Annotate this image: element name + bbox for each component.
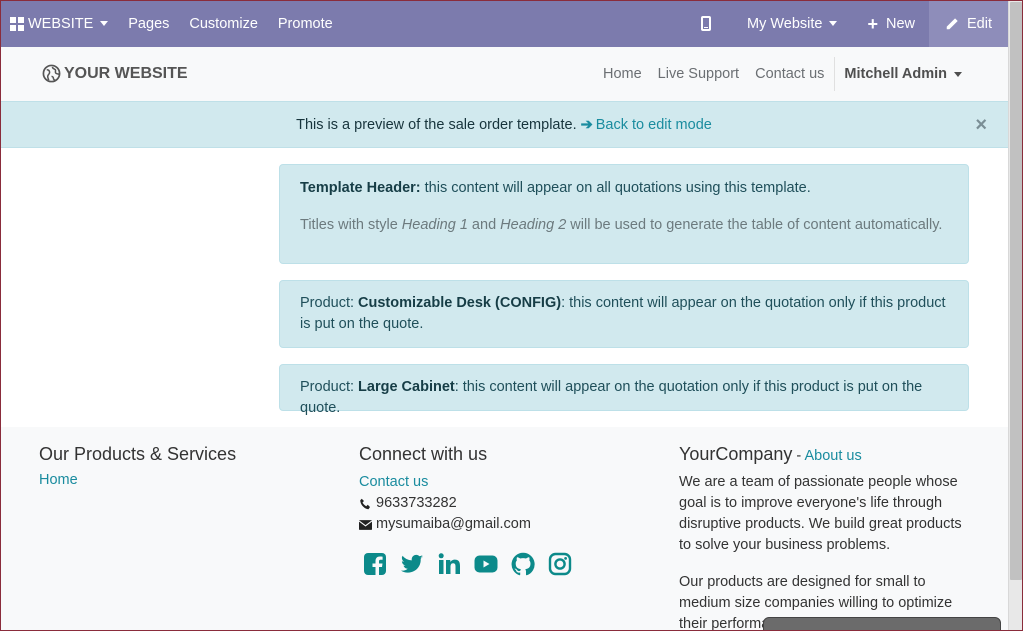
chevron-down-icon bbox=[100, 21, 109, 26]
toc-hint-h2: Heading 2 bbox=[500, 217, 567, 233]
product-card-desk: Product: Customizable Desk (CONFIG): thi… bbox=[279, 280, 969, 348]
about-us-link[interactable]: About us bbox=[805, 448, 862, 464]
plus-icon: + bbox=[867, 13, 878, 34]
user-name: Mitchell Admin bbox=[844, 66, 947, 82]
facebook-icon[interactable] bbox=[363, 552, 387, 576]
phone-icon bbox=[360, 498, 370, 509]
new-button[interactable]: + New bbox=[847, 0, 929, 47]
mobile-preview-button[interactable] bbox=[683, 0, 737, 47]
footer-email-address: mysumaiba@gmail.com bbox=[376, 516, 531, 532]
preview-alert: This is a preview of the sale order temp… bbox=[0, 101, 1008, 148]
product-card-cabinet: Product: Large Cabinet: this content wil… bbox=[279, 364, 969, 416]
arrow-right-icon: ➔ bbox=[580, 116, 593, 133]
mobile-icon bbox=[700, 16, 711, 31]
footer-about-title: YourCompany - About us bbox=[679, 444, 969, 465]
footer-products-title: Our Products & Services bbox=[39, 444, 237, 464]
website-admin-bar: WEBSITE Pages Customize Promote My Websi… bbox=[0, 0, 1008, 47]
back-to-edit-label: Back to edit mode bbox=[595, 116, 712, 133]
back-to-edit-link[interactable]: ➔ Back to edit mode bbox=[581, 117, 712, 133]
product-prefix: Product: bbox=[300, 295, 359, 311]
footer-email: mysumaiba@gmail.com bbox=[359, 514, 585, 535]
my-website-label: My Website bbox=[746, 15, 823, 32]
envelope-icon bbox=[359, 519, 372, 530]
edit-button-label: Edit bbox=[967, 15, 992, 32]
product-prefix: Product: bbox=[300, 379, 359, 395]
chevron-down-icon bbox=[829, 21, 838, 26]
title-separator: - bbox=[792, 448, 805, 464]
close-alert-button[interactable]: × bbox=[975, 114, 987, 137]
social-links bbox=[363, 552, 585, 576]
toc-hint-post: will be used to generate the table of co… bbox=[566, 217, 943, 233]
logo-text: YOUR WEBSITE bbox=[64, 64, 188, 82]
toc-hint: Titles with style Heading 1 and Heading … bbox=[300, 215, 948, 236]
footer-contact-link[interactable]: Contact us bbox=[359, 472, 585, 493]
preview-message: This is a preview of the sale order temp… bbox=[296, 116, 577, 133]
footer-phone-number: 9633733282 bbox=[376, 495, 457, 511]
pages-menu[interactable]: Pages bbox=[118, 0, 179, 47]
template-header-text: Template Header: this content will appea… bbox=[300, 178, 948, 199]
toc-hint-mid: and bbox=[467, 217, 501, 233]
footer-connect-title: Connect with us bbox=[359, 444, 488, 464]
globe-icon bbox=[42, 64, 61, 83]
vertical-scrollbar-thumb[interactable] bbox=[1010, 2, 1022, 580]
site-header: YOUR WEBSITE Home Live Support Contact u… bbox=[0, 47, 1008, 101]
promote-menu[interactable]: Promote bbox=[268, 0, 343, 47]
template-header-desc: this content will appear on all quotatio… bbox=[420, 180, 811, 196]
footer-about-column: YourCompany - About us We are a team of … bbox=[679, 444, 969, 631]
instagram-icon[interactable] bbox=[548, 552, 572, 576]
edit-button[interactable]: Edit bbox=[929, 0, 1008, 47]
new-button-label: New bbox=[885, 15, 915, 32]
floating-overlay-bar bbox=[763, 617, 1001, 631]
product-name: Customizable Desk (CONFIG) bbox=[358, 295, 562, 311]
footer-home-link[interactable]: Home bbox=[39, 472, 236, 488]
website-menu[interactable]: WEBSITE bbox=[0, 0, 118, 47]
footer-products-column: Our Products & Services Home bbox=[39, 444, 236, 488]
toc-hint-pre: Titles with style bbox=[300, 217, 402, 233]
nav-contact-us[interactable]: Contact us bbox=[747, 66, 832, 82]
apps-grid-icon bbox=[10, 16, 24, 31]
footer-connect-column: Connect with us Contact us 9633733282 my… bbox=[359, 444, 585, 576]
product-name: Large Cabinet bbox=[358, 379, 455, 395]
company-name: YourCompany bbox=[679, 444, 793, 464]
site-footer: Our Products & Services Home Connect wit… bbox=[0, 427, 1008, 631]
chevron-down-icon bbox=[954, 71, 962, 77]
site-logo[interactable]: YOUR WEBSITE bbox=[42, 64, 188, 83]
customize-menu[interactable]: Customize bbox=[179, 0, 268, 47]
template-header-card: Template Header: this content will appea… bbox=[279, 164, 969, 264]
template-header-label: Template Header: bbox=[300, 180, 421, 196]
main-nav: Home Live Support Contact us Mitchell Ad… bbox=[595, 47, 1008, 101]
nav-home[interactable]: Home bbox=[595, 66, 650, 82]
nav-live-support[interactable]: Live Support bbox=[650, 66, 747, 82]
pencil-icon bbox=[946, 17, 958, 29]
footer-phone: 9633733282 bbox=[359, 493, 585, 514]
twitter-icon[interactable] bbox=[400, 552, 424, 576]
website-menu-label: WEBSITE bbox=[28, 15, 94, 32]
youtube-icon[interactable] bbox=[474, 552, 498, 576]
user-menu[interactable]: Mitchell Admin bbox=[834, 57, 1008, 91]
my-website-switcher[interactable]: My Website bbox=[737, 0, 847, 47]
toc-hint-h1: Heading 1 bbox=[401, 217, 468, 233]
linkedin-icon[interactable] bbox=[437, 552, 461, 576]
about-paragraph-1: We are a team of passionate people whose… bbox=[679, 474, 962, 553]
github-icon[interactable] bbox=[511, 552, 535, 576]
